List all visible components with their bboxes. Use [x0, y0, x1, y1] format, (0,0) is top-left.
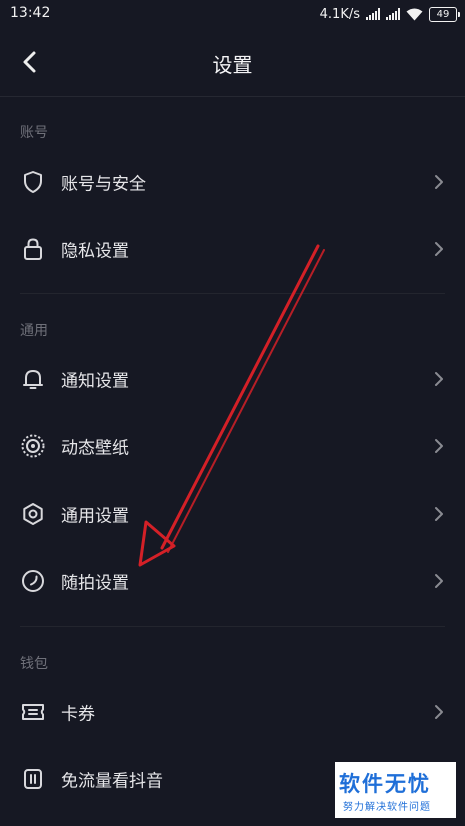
settings-item-label: 卡券: [61, 704, 95, 725]
status-bar: 13:42 4.1K/s 49: [0, 0, 465, 28]
section-divider: [20, 293, 445, 294]
chevron-right-icon: [433, 437, 445, 455]
wallpaper-icon: [20, 433, 46, 459]
chevron-right-icon: [433, 572, 445, 590]
settings-item-label: 通用设置: [61, 506, 129, 527]
settings-item-label: 免流量看抖音: [61, 771, 163, 792]
wifi-icon: [406, 8, 423, 21]
shield-icon: [20, 169, 46, 195]
chevron-right-icon: [433, 703, 445, 721]
settings-item-general[interactable]: 通用设置: [0, 481, 465, 547]
settings-item-label: 账号与安全: [61, 174, 146, 195]
watermark-title: 软件无忧: [339, 772, 431, 796]
section-label-general: 通用: [20, 323, 48, 339]
battery-icon: 49: [429, 6, 460, 22]
bell-icon: [20, 366, 46, 392]
section-label-account: 账号: [20, 125, 48, 141]
settings-item-label: 动态壁纸: [61, 438, 129, 459]
capture-icon: [20, 568, 46, 594]
settings-item-label: 隐私设置: [61, 241, 129, 262]
page-title: 设置: [212, 53, 253, 77]
chevron-right-icon: [433, 505, 445, 523]
gear-icon: [20, 501, 46, 527]
data-card-icon: [20, 766, 46, 792]
chevron-right-icon: [433, 240, 445, 258]
settings-item-notifications[interactable]: 通知设置: [0, 346, 465, 412]
status-indicators: 4.1K/s 49: [319, 4, 460, 24]
lock-icon: [20, 236, 46, 262]
watermark-subtitle: 努力解决软件问题: [343, 802, 431, 813]
settings-item-coupons[interactable]: 卡券: [0, 679, 465, 745]
ticket-icon: [20, 699, 46, 725]
chevron-right-icon: [433, 173, 445, 191]
section-label-wallet: 钱包: [20, 656, 48, 672]
section-divider: [20, 626, 445, 627]
settings-item-privacy[interactable]: 隐私设置: [0, 216, 465, 282]
settings-item-label: 随拍设置: [61, 573, 129, 594]
settings-item-live-wallpaper[interactable]: 动态壁纸: [0, 413, 465, 479]
watermark-logo: 软件无忧 努力解决软件问题: [335, 762, 456, 818]
status-time: 13:42: [10, 5, 51, 21]
signal-icon: [366, 8, 380, 20]
chevron-right-icon: [433, 370, 445, 388]
signal-icon-2: [386, 8, 400, 20]
network-speed: 4.1K/s: [319, 6, 360, 22]
settings-item-capture[interactable]: 随拍设置: [0, 548, 465, 614]
header: 设置: [0, 28, 465, 97]
settings-item-account-security[interactable]: 账号与安全: [0, 149, 465, 215]
settings-item-label: 通知设置: [61, 371, 129, 392]
